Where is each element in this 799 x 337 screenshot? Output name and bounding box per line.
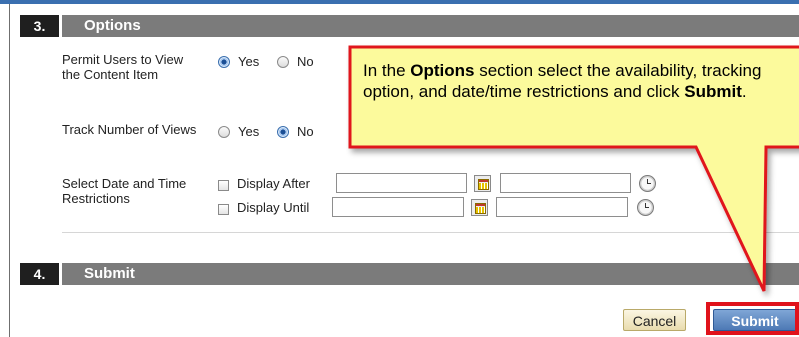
display-after-clock-icon[interactable] xyxy=(639,175,656,192)
left-border-rule xyxy=(9,4,10,337)
display-until-checkbox[interactable] xyxy=(218,204,229,215)
display-after-time-input[interactable] xyxy=(500,173,631,193)
display-after-checkbox[interactable] xyxy=(218,180,229,191)
track-views-yes-label: Yes xyxy=(238,124,260,139)
display-after-label: Display After xyxy=(237,176,310,191)
display-until-label: Display Until xyxy=(237,200,310,215)
permit-users-label: Permit Users to View the Content Item xyxy=(62,52,184,82)
display-until-date-input[interactable] xyxy=(332,197,464,217)
track-views-no-radio[interactable] xyxy=(277,126,289,138)
callout-text-part3: . xyxy=(741,82,747,101)
callout-options-bold: Options xyxy=(410,61,475,80)
submit-section-title: Submit xyxy=(84,265,135,282)
permit-users-no-label: No xyxy=(297,54,314,69)
display-after-date-input[interactable] xyxy=(336,173,467,193)
display-until-time-input[interactable] xyxy=(496,197,628,217)
callout-submit-bold: Submit xyxy=(684,82,742,101)
options-divider xyxy=(62,232,799,233)
display-until-calendar-icon[interactable] xyxy=(471,199,488,216)
track-views-label: Track Number of Views xyxy=(62,122,197,137)
submit-section-number: 4. xyxy=(20,263,62,285)
cancel-button[interactable]: Cancel xyxy=(623,309,686,331)
display-after-calendar-icon[interactable] xyxy=(474,175,491,192)
track-views-no-label: No xyxy=(297,124,314,139)
track-views-yes-radio[interactable] xyxy=(218,126,230,138)
permit-users-yes-radio[interactable] xyxy=(218,56,230,68)
permit-users-yes-label: Yes xyxy=(238,54,260,69)
options-section-number: 3. xyxy=(20,15,62,37)
options-section-header: 3. Options xyxy=(20,15,799,37)
callout-text-part1: In the xyxy=(363,61,411,80)
submit-section-header: 4. Submit xyxy=(20,263,799,285)
submit-button[interactable]: Submit xyxy=(713,309,797,331)
callout-text: In the Options section select the availa… xyxy=(363,60,799,102)
permit-users-no-radio[interactable] xyxy=(277,56,289,68)
date-restrictions-label: Select Date and Time Restrictions xyxy=(62,176,187,206)
display-until-clock-icon[interactable] xyxy=(637,199,654,216)
options-section-title: Options xyxy=(84,17,141,34)
top-accent-rule xyxy=(0,0,799,4)
